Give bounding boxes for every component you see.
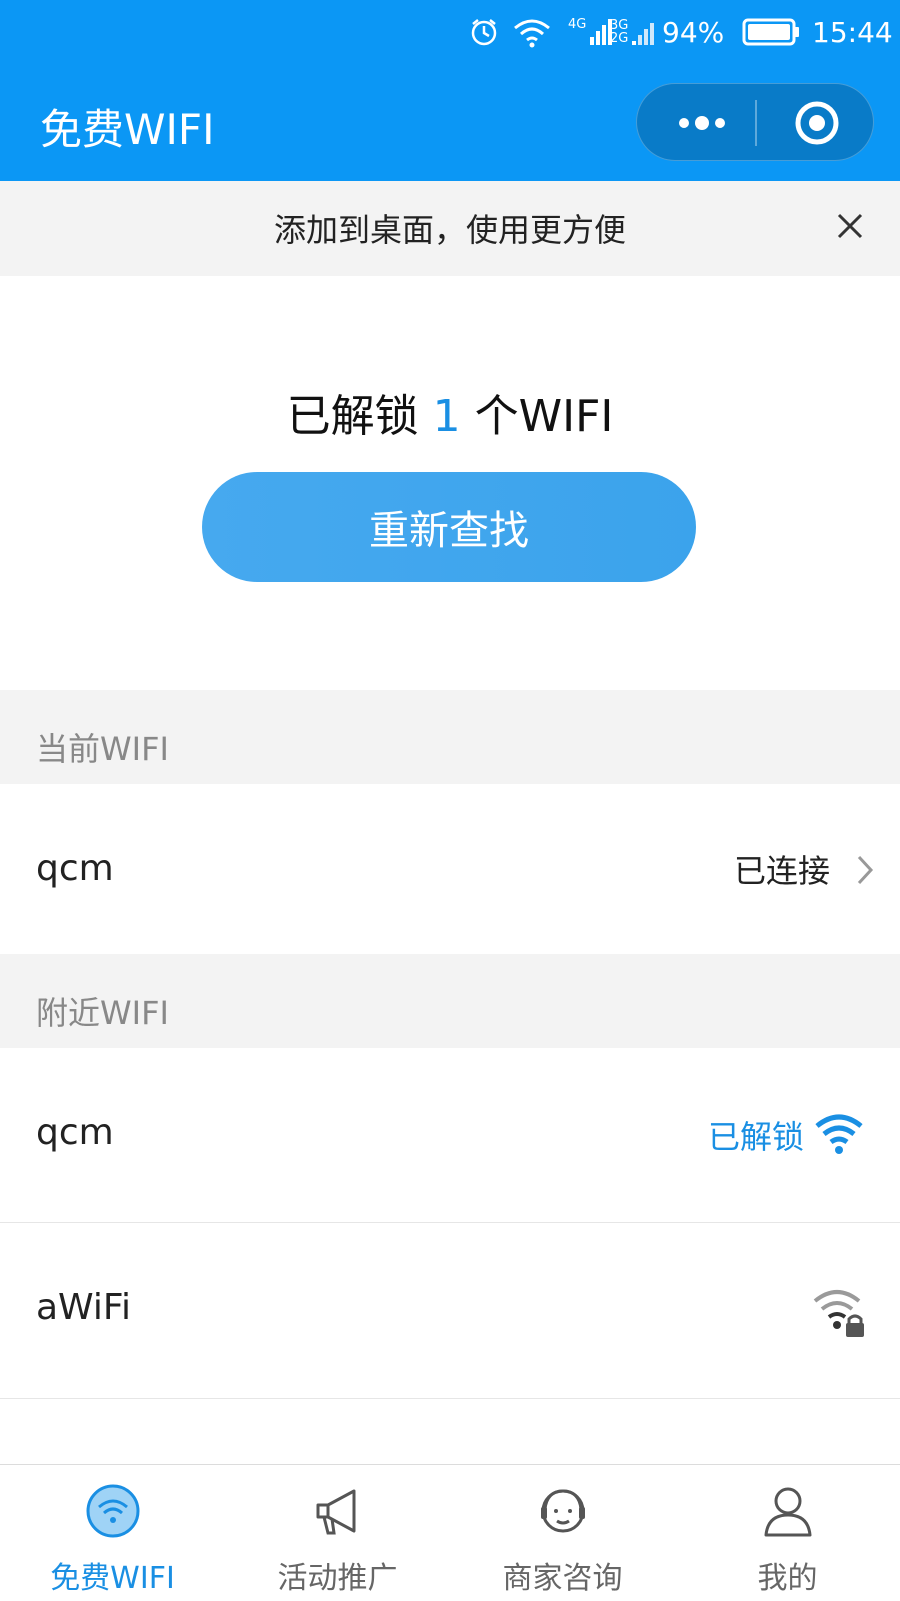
current-wifi-row[interactable]: qcm 已连接 <box>0 784 900 954</box>
banner-text: 添加到桌面，使用更方便 <box>273 211 626 249</box>
network-3g-2g-labels: 3G 2G <box>610 19 628 45</box>
alarm-icon <box>468 14 500 50</box>
network-2g-label: 2G <box>610 31 629 46</box>
rescan-button[interactable]: 重新查找 <box>202 472 696 582</box>
network-4g-label: 4G <box>568 16 587 32</box>
wifi-ssid: qcm <box>36 1112 114 1153</box>
connected-status: 已连接 <box>734 852 831 890</box>
status-bar: 4G 3G 2G 94% 15:44 <box>0 0 900 64</box>
close-icon[interactable] <box>831 207 869 245</box>
battery-percent: 94% <box>662 15 725 49</box>
nearby-wifi-section-title: 附近WIFI <box>36 994 169 1032</box>
current-wifi-section-title: 当前WIFI <box>36 730 169 768</box>
tab-label: 商家咨询 <box>502 1561 623 1596</box>
row-divider <box>0 1398 900 1399</box>
tab-label: 活动推广 <box>277 1561 398 1596</box>
signal-3g-icon: 3G 2G <box>610 14 655 50</box>
megaphone-icon <box>225 1483 450 1539</box>
wifi-ssid: qcm <box>36 848 114 889</box>
clock: 15:44 <box>812 15 893 49</box>
nearby-wifi-row[interactable]: qcm 已解锁 <box>0 1048 900 1222</box>
nearby-wifi-section-header: 附近WIFI <box>0 954 900 1048</box>
mini-program-capsule <box>636 83 874 161</box>
unlocked-suffix: 个WIFI <box>474 391 614 442</box>
current-wifi-section-header: 当前WIFI <box>0 690 900 784</box>
tab-promotions[interactable]: 活动推广 <box>225 1465 450 1601</box>
tab-mine[interactable]: 我的 <box>675 1465 900 1601</box>
tab-label: 免费WIFI <box>50 1561 175 1596</box>
wifi-tab-icon <box>0 1483 225 1539</box>
app-header: 4G 3G 2G 94% 15:44 免费WIFI <box>0 0 900 181</box>
wifi-signal-icon <box>814 1112 864 1160</box>
tab-label: 我的 <box>757 1561 818 1596</box>
nearby-wifi-row[interactable]: aWiFi <box>0 1223 900 1398</box>
wifi-status-icon <box>512 14 552 50</box>
capsule-divider <box>755 100 757 146</box>
tab-merchant-consult[interactable]: 商家咨询 <box>450 1465 675 1601</box>
wifi-ssid: aWiFi <box>36 1287 131 1328</box>
more-icon[interactable] <box>667 84 737 162</box>
tab-free-wifi[interactable]: 免费WIFI <box>0 1465 225 1601</box>
customer-service-icon <box>450 1483 675 1539</box>
close-miniprogram-icon[interactable] <box>777 84 857 162</box>
add-to-desktop-banner[interactable]: 添加到桌面，使用更方便 <box>0 181 900 276</box>
bottom-tab-bar: 免费WIFI 活动推广 商家咨询 我的 <box>0 1464 900 1601</box>
unlocked-count: 1 <box>432 391 461 442</box>
unlocked-prefix: 已解锁 <box>286 391 419 442</box>
signal-4g-icon: 4G <box>568 14 613 50</box>
unlocked-count-text: 已解锁 1 个WIFI <box>0 380 900 444</box>
page-title: 免费WIFI <box>40 105 215 154</box>
user-icon <box>675 1483 900 1539</box>
unlocked-status: 已解锁 <box>708 1118 805 1156</box>
wifi-locked-icon <box>812 1287 868 1343</box>
chevron-right-icon <box>856 854 874 890</box>
battery-icon <box>742 14 800 50</box>
